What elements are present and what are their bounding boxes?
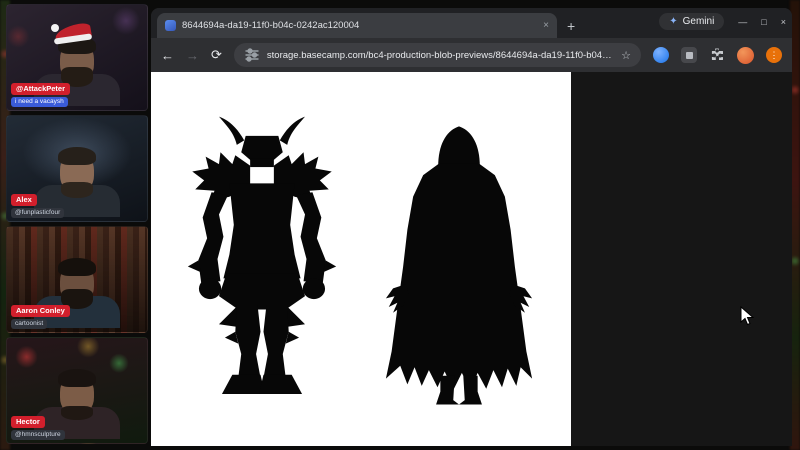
browser-toolbar: ← → ⟳ storage.basecamp.com/bc4-productio…: [151, 38, 792, 72]
extension-icon-dark[interactable]: [681, 47, 697, 63]
browser-menu-button[interactable]: ⋮: [766, 47, 782, 63]
preview-background: [571, 72, 792, 446]
profile-avatar[interactable]: [737, 47, 754, 64]
minimize-button[interactable]: —: [738, 17, 747, 27]
url-text: storage.basecamp.com/bc4-production-blob…: [267, 50, 614, 61]
tab-favicon-icon: [165, 20, 176, 31]
gemini-button[interactable]: ✦ Gemini: [659, 13, 724, 30]
tab-title: 8644694a-da19-11f0-b04c-0242ac120004: [182, 20, 537, 31]
address-bar[interactable]: storage.basecamp.com/bc4-production-blob…: [234, 43, 641, 67]
mouse-cursor: [740, 306, 754, 331]
browser-tab[interactable]: 8644694a-da19-11f0-b04c-0242ac120004 ×: [157, 13, 557, 38]
participant-name-badge: @AttackPeter: [11, 83, 70, 96]
browser-window: 8644694a-da19-11f0-b04c-0242ac120004 × +…: [151, 8, 792, 446]
maximize-button[interactable]: □: [761, 17, 766, 27]
sparkle-icon: ✦: [669, 16, 677, 27]
participant-tag-badge: @hmnsculpture: [11, 430, 65, 441]
silhouette-cloaked-figure: [373, 86, 545, 442]
participant-tag-badge: i need a vacaysh: [11, 97, 68, 108]
video-tile-hector: Hector @hmnsculpture: [6, 337, 148, 444]
tab-close-icon[interactable]: ×: [543, 20, 549, 31]
video-tile-attackpeter: @AttackPeter i need a vacaysh: [6, 4, 148, 111]
tune-icon[interactable]: [244, 47, 260, 63]
extensions-puzzle-icon[interactable]: [709, 47, 725, 63]
close-window-button[interactable]: ×: [781, 17, 786, 27]
bookmark-star-icon[interactable]: ☆: [621, 49, 631, 62]
extension-icon-blue[interactable]: [653, 47, 669, 63]
new-tab-button[interactable]: +: [567, 18, 575, 34]
participant-name-badge: Aaron Conley: [11, 305, 70, 318]
gemini-label: Gemini: [683, 16, 715, 27]
participant-tag-badge: cartoonist: [11, 319, 47, 330]
back-button[interactable]: ←: [161, 48, 174, 63]
video-tile-alex: Alex @funplasticfour: [6, 115, 148, 222]
silhouette-armored-figure: [173, 82, 351, 442]
forward-button[interactable]: →: [186, 48, 199, 63]
video-tile-aaron-conley: Aaron Conley cartoonist: [6, 226, 148, 333]
tab-bar: 8644694a-da19-11f0-b04c-0242ac120004 × +…: [151, 8, 792, 38]
reload-button[interactable]: ⟳: [211, 47, 222, 63]
participant-list: @AttackPeter i need a vacaysh Alex @funp…: [6, 4, 148, 444]
preview-canvas: [151, 72, 571, 446]
participant-name-badge: Alex: [11, 194, 37, 207]
page-content: [151, 72, 792, 446]
participant-name-badge: Hector: [11, 416, 45, 429]
participant-tag-badge: @funplasticfour: [11, 208, 64, 219]
